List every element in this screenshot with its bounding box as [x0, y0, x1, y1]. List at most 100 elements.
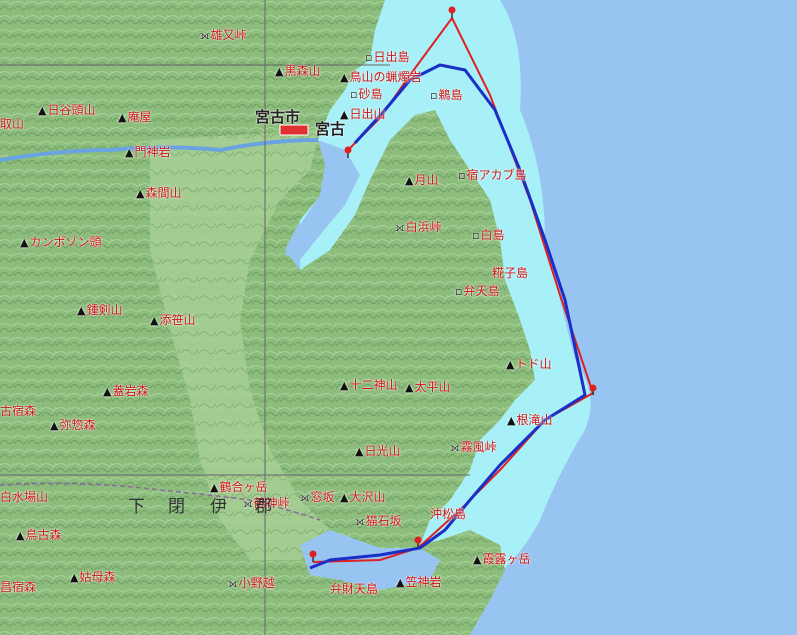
pass-icon: ⟗	[355, 515, 365, 528]
island-icon: ▫	[350, 88, 358, 101]
peak-icon: ▲	[118, 111, 127, 124]
peak-icon: ▲	[210, 481, 219, 494]
label-text: 白水場山	[0, 490, 49, 504]
peak-icon: ▲	[507, 414, 516, 427]
pass-oyasu: ⟗雄又峠	[200, 28, 247, 43]
label-text: 庵屋	[127, 110, 152, 124]
peak-icon: ▲	[70, 571, 79, 584]
label-text: 大沢山	[349, 490, 386, 504]
peak-icon: ▲	[355, 445, 364, 458]
peak-left-mid: 古宿森	[0, 404, 36, 418]
peak-kitaoku: ▲鳥古森	[16, 528, 61, 543]
map-canvas[interactable]: ⟗雄又峠 ▲黒森山 ▲日谷頭山 ▲庵屋 取山 ▲門神岩 ▲森間山 ▲カンポゾン頭…	[0, 0, 797, 635]
peak-icon: ▲	[16, 529, 25, 542]
district-char-1: 下	[128, 497, 147, 517]
peak-kuromori: ▲黒森山	[275, 64, 320, 79]
peak-nedaki: ▲根滝山	[507, 413, 552, 428]
island-kouji: 糀子島	[492, 266, 528, 280]
label-text: 笠神岩	[405, 575, 442, 589]
label-text: 日出島	[373, 50, 410, 64]
label-text: 取山	[0, 117, 25, 131]
peak-morisyo: ▲森間山	[136, 186, 181, 201]
label-text: 添笹山	[159, 313, 196, 327]
peak-icon: ▲	[77, 304, 86, 317]
peak-icon: ▲	[473, 553, 482, 566]
peak-icon: ▲	[136, 187, 145, 200]
peak-tokoyama: ▲トド山	[506, 357, 551, 372]
peak-icon: ▲	[275, 65, 284, 78]
peak-icon: ▲	[340, 71, 349, 84]
station-miyako: 宮古	[315, 120, 346, 138]
label-text: 根滝山	[516, 413, 553, 427]
label-text: 下	[128, 497, 147, 517]
peak-mida: ▲弥惣森	[50, 418, 95, 433]
label-text: 姑母森	[79, 570, 116, 584]
island-icon: ▫	[458, 169, 466, 182]
island-benten2: 弁財天島	[330, 582, 378, 596]
label-text: 猫石坂	[365, 514, 402, 528]
peak-icon: ▲	[340, 491, 349, 504]
label-text: 古宿森	[0, 404, 37, 418]
peak-icon: ▲	[405, 381, 414, 394]
peak-hiyama: ▲日出山	[340, 107, 385, 122]
peak-tsurugi: ▲鍾剣山	[77, 303, 122, 318]
label-text: 郡	[255, 497, 274, 517]
island-icon: ▫	[472, 229, 480, 242]
label-text: 白島	[480, 228, 505, 242]
label-text: 太平山	[414, 380, 451, 394]
peak-tamatani: ▲日谷頭山	[38, 103, 95, 118]
label-text: 弥惣森	[59, 418, 96, 432]
label-text: 鳥山の蝋燭岩	[349, 70, 422, 84]
peak-icon: ▲	[340, 108, 349, 121]
label-text: 宮古	[315, 120, 346, 138]
label-text: 弁財天島	[330, 582, 379, 596]
label-text: 門神岩	[134, 145, 171, 159]
island-okimatsu: 沖松島	[430, 507, 466, 521]
label-text: 閉	[168, 497, 187, 517]
pass-onosato: ⟗小野越	[228, 576, 275, 591]
peak-top-left: 取山	[0, 117, 24, 131]
label-text: 宮古市	[255, 108, 301, 126]
peak-matsuishi: ⟗猫石坂	[355, 514, 402, 529]
island-icon: ▫	[430, 89, 438, 102]
label-text: 鶴合ヶ岳	[219, 480, 268, 494]
label-text: トド山	[515, 357, 552, 371]
peak-okiyama: ▲姑母森	[70, 570, 115, 585]
label-text: 蓋岩森	[112, 384, 149, 398]
label-text: 月山	[414, 173, 439, 187]
peak-kasa: ▲笠神岩	[396, 575, 441, 590]
peak-hinoki: ▲霞露ヶ岳	[473, 552, 530, 567]
label-text: 日谷頭山	[47, 103, 96, 117]
peak-kanpon: ▲カンポゾン頭	[20, 235, 101, 250]
pass-shirahama: ⟗白浜峠	[395, 220, 442, 235]
island-icon: ▫	[455, 285, 463, 298]
peak-sakasama: 白水場山	[0, 490, 48, 504]
city-miyako: 宮古市	[255, 108, 301, 126]
label-text: 伊	[210, 497, 229, 517]
peak-tsukiyama: ▲月山	[405, 173, 438, 188]
label-text: 霧風峠	[460, 440, 497, 454]
label-text: 雄又峠	[210, 28, 247, 42]
peak-icon: ▲	[50, 419, 59, 432]
label-text: 沖松島	[430, 507, 467, 521]
district-char-4: 郡	[255, 497, 274, 517]
peak-icon: ▲	[396, 576, 405, 589]
pass-icon: ⟗	[300, 491, 310, 504]
label-text: 十二神山	[349, 378, 398, 392]
label-text: 黒森山	[284, 64, 321, 78]
peak-icon: ▲	[405, 174, 414, 187]
island-suna: ▫砂島	[350, 87, 382, 102]
district-char-3: 伊	[210, 497, 229, 517]
peak-sasahara: ▲添笹山	[150, 313, 195, 328]
pass-icon: ⟗	[450, 441, 460, 454]
pass-icon: ⟗	[200, 29, 210, 42]
island-icon: ▫	[365, 51, 373, 64]
pass-kirisuso: ⟗霧風峠	[450, 440, 497, 455]
pass-icon: ⟗	[395, 221, 405, 234]
peak-icon: ▲	[38, 104, 47, 117]
label-text: 鍾剣山	[86, 303, 123, 317]
peak-monjin: ▲門神岩	[125, 145, 170, 160]
peak-kogoshi: 昌宿森	[0, 580, 36, 594]
label-text: 昌宿森	[0, 580, 37, 594]
island-shima: ▫白島	[472, 228, 504, 243]
